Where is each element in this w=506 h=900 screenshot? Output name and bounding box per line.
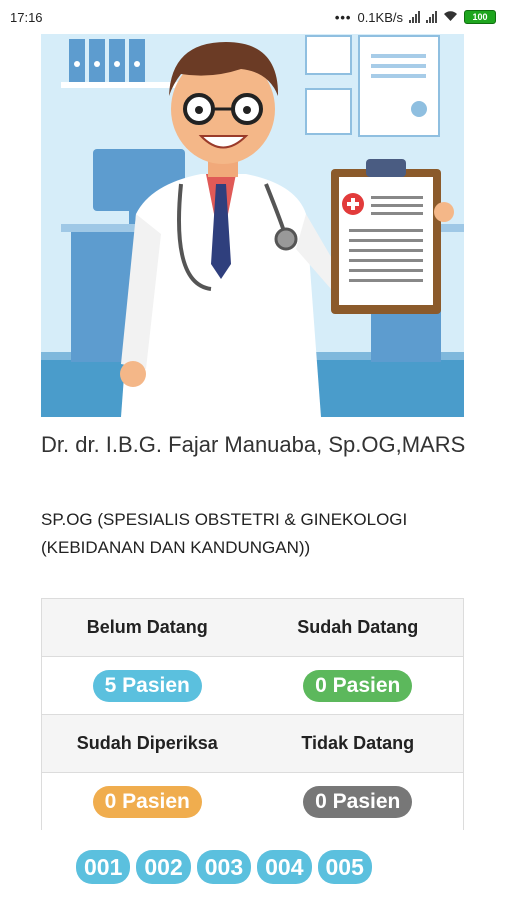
stats-cell: Sudah Diperiksa [42, 715, 253, 772]
status-time: 17:16 [10, 9, 43, 25]
stats-value-row-1: 5 Pasien 0 Pasien [42, 657, 463, 715]
queue-number-button[interactable]: 004 [257, 850, 312, 884]
belum-datang-badge[interactable]: 5 Pasien [92, 669, 202, 702]
wifi-icon [443, 10, 458, 25]
queue-number-list: 001 002 003 004 005 [76, 850, 372, 884]
signal-icon [409, 11, 420, 23]
signal-icon [426, 11, 437, 23]
stats-cell: 0 Pasien [253, 657, 464, 714]
more-dots-icon: ••• [334, 9, 352, 25]
stats-cell: Sudah Datang [253, 599, 464, 656]
tidak-datang-badge[interactable]: 0 Pasien [303, 786, 413, 818]
stats-header-row-2: Sudah Diperiksa Tidak Datang [42, 715, 463, 773]
status-icons: ••• 0.1KB/s 100 [335, 10, 496, 25]
queue-number-button[interactable]: 003 [196, 850, 252, 884]
stats-cell: 5 Pasien [42, 657, 253, 714]
queue-number-button[interactable]: 005 [317, 850, 372, 884]
sudah-datang-badge[interactable]: 0 Pasien [303, 669, 413, 702]
doctor-illustration [41, 34, 464, 417]
patient-stats-table: Belum Datang Sudah Datang 5 Pasien 0 Pas… [41, 598, 464, 831]
status-bar: 17:16 ••• 0.1KB/s 100 [0, 0, 506, 34]
belum-datang-label: Belum Datang [86, 617, 208, 637]
stats-value-row-2: 0 Pasien 0 Pasien [42, 773, 463, 831]
doctor-name: Dr. dr. I.B.G. Fajar Manuaba, Sp.OG,MARS [41, 432, 466, 457]
doctor-specialty: SP.OG (SPESIALIS OBSTETRI & GINEKOLOGI (… [41, 510, 408, 557]
queue-number-button[interactable]: 001 [76, 850, 131, 884]
network-speed: 0.1KB/s [357, 9, 403, 25]
sudah-datang-label: Sudah Datang [297, 617, 419, 637]
sudah-diperiksa-badge[interactable]: 0 Pasien [92, 786, 202, 818]
stats-cell: 0 Pasien [42, 773, 253, 831]
sudah-diperiksa-label: Sudah Diperiksa [76, 733, 218, 753]
queue-number-button[interactable]: 002 [136, 850, 191, 884]
stats-cell: Belum Datang [42, 599, 253, 656]
stats-cell: 0 Pasien [253, 773, 464, 831]
tidak-datang-label: Tidak Datang [301, 733, 415, 753]
stats-header-row-1: Belum Datang Sudah Datang [42, 599, 463, 657]
battery-icon: 100 [464, 10, 496, 24]
stats-cell: Tidak Datang [253, 715, 464, 772]
